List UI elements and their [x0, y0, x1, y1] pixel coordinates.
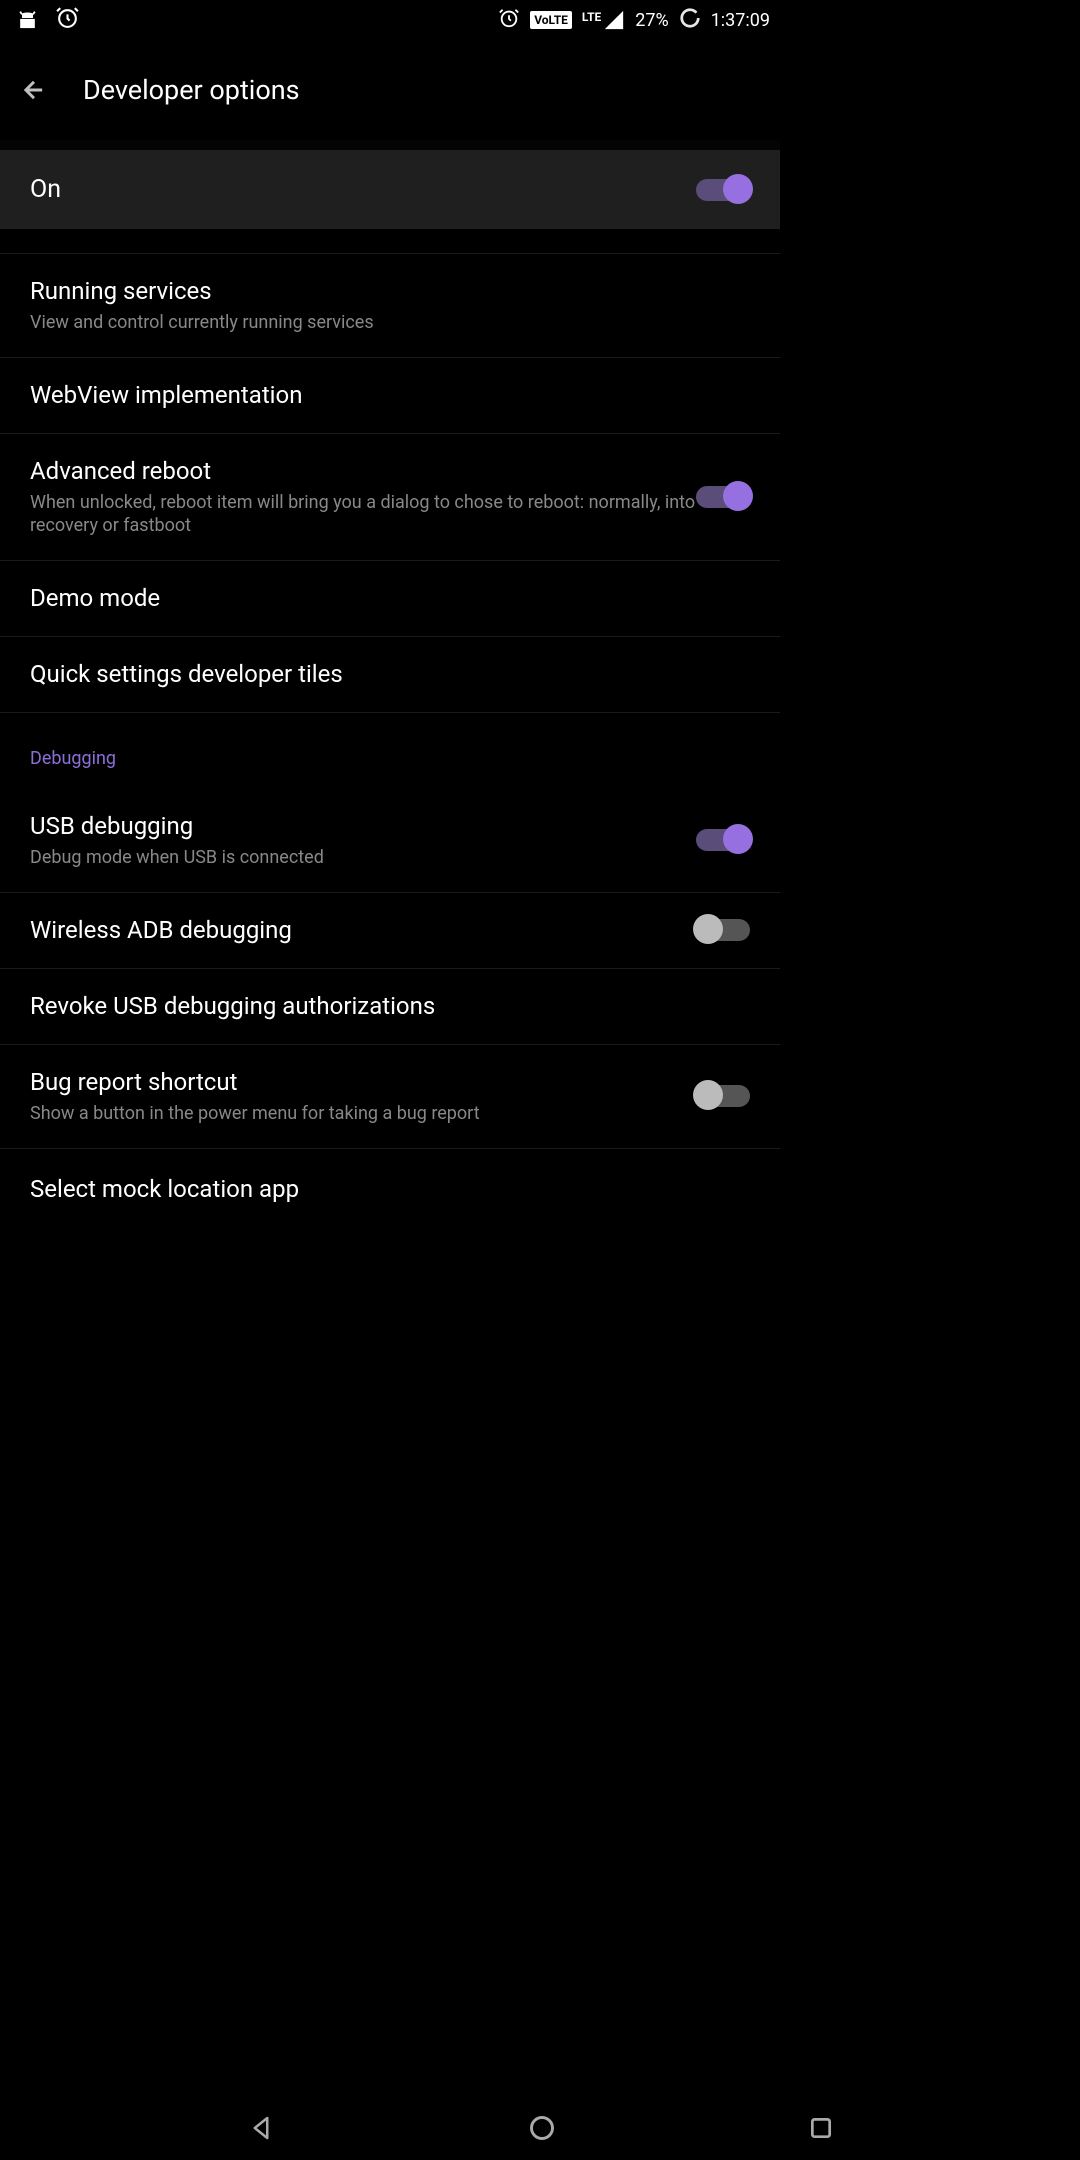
mock-location-item[interactable]: Select mock location app — [0, 1149, 780, 1205]
item-subtitle: Show a button in the power menu for taki… — [30, 1102, 696, 1125]
wireless-adb-toggle[interactable] — [696, 919, 750, 941]
item-title: Bug report shortcut — [30, 1067, 696, 1098]
alarm-icon — [498, 7, 520, 34]
settings-list: Running services View and control curren… — [0, 229, 780, 1205]
master-toggle-switch[interactable] — [696, 179, 750, 201]
nav-home-button[interactable] — [528, 2114, 556, 2142]
quick-settings-item[interactable]: Quick settings developer tiles — [0, 637, 780, 713]
revoke-usb-item[interactable]: Revoke USB debugging authorizations — [0, 969, 780, 1045]
advanced-reboot-item[interactable]: Advanced reboot When unlocked, reboot it… — [0, 434, 780, 561]
debugging-section-header: Debugging — [0, 713, 780, 789]
item-title: WebView implementation — [30, 380, 750, 411]
item-subtitle: Debug mode when USB is connected — [30, 846, 696, 869]
wireless-adb-item[interactable]: Wireless ADB debugging — [0, 893, 780, 969]
bug-report-item[interactable]: Bug report shortcut Show a button in the… — [0, 1045, 780, 1149]
item-subtitle: View and control currently running servi… — [30, 311, 750, 334]
clock-time: 1:37:09 — [711, 10, 770, 31]
network-label: LTE — [582, 10, 601, 24]
master-toggle-label: On — [30, 175, 61, 204]
item-title: Select mock location app — [30, 1174, 750, 1205]
webview-item[interactable]: WebView implementation — [0, 358, 780, 434]
item-title: Demo mode — [30, 583, 750, 614]
loading-spinner-icon — [679, 7, 701, 34]
item-title: USB debugging — [30, 811, 696, 842]
signal-icon — [603, 9, 625, 31]
adb-icon — [15, 7, 40, 34]
item-subtitle: When unlocked, reboot item will bring yo… — [30, 491, 696, 538]
usb-debugging-toggle[interactable] — [696, 829, 750, 851]
bug-report-toggle[interactable] — [696, 1085, 750, 1107]
advanced-reboot-toggle[interactable] — [696, 486, 750, 508]
alarm-icon — [55, 5, 80, 35]
item-title: Revoke USB debugging authorizations — [30, 991, 750, 1022]
navigation-bar — [0, 2095, 1080, 2160]
item-title: Quick settings developer tiles — [30, 659, 750, 690]
item-title: Running services — [30, 276, 750, 307]
status-bar: VoLTE LTE 27% 1:37:09 — [0, 0, 780, 40]
nav-recent-button[interactable] — [808, 2115, 834, 2141]
demo-mode-item[interactable]: Demo mode — [0, 561, 780, 637]
nav-back-button[interactable] — [246, 2113, 276, 2143]
master-toggle-row[interactable]: On — [0, 150, 780, 229]
page-title: Developer options — [83, 74, 300, 106]
app-bar: Developer options — [0, 40, 780, 140]
usb-debugging-item[interactable]: USB debugging Debug mode when USB is con… — [0, 789, 780, 893]
back-button[interactable] — [20, 76, 48, 104]
volte-badge: VoLTE — [530, 11, 572, 29]
running-services-item[interactable]: Running services View and control curren… — [0, 254, 780, 358]
item-title: Wireless ADB debugging — [30, 915, 696, 946]
item-title: Advanced reboot — [30, 456, 696, 487]
battery-percentage: 27% — [635, 10, 668, 31]
